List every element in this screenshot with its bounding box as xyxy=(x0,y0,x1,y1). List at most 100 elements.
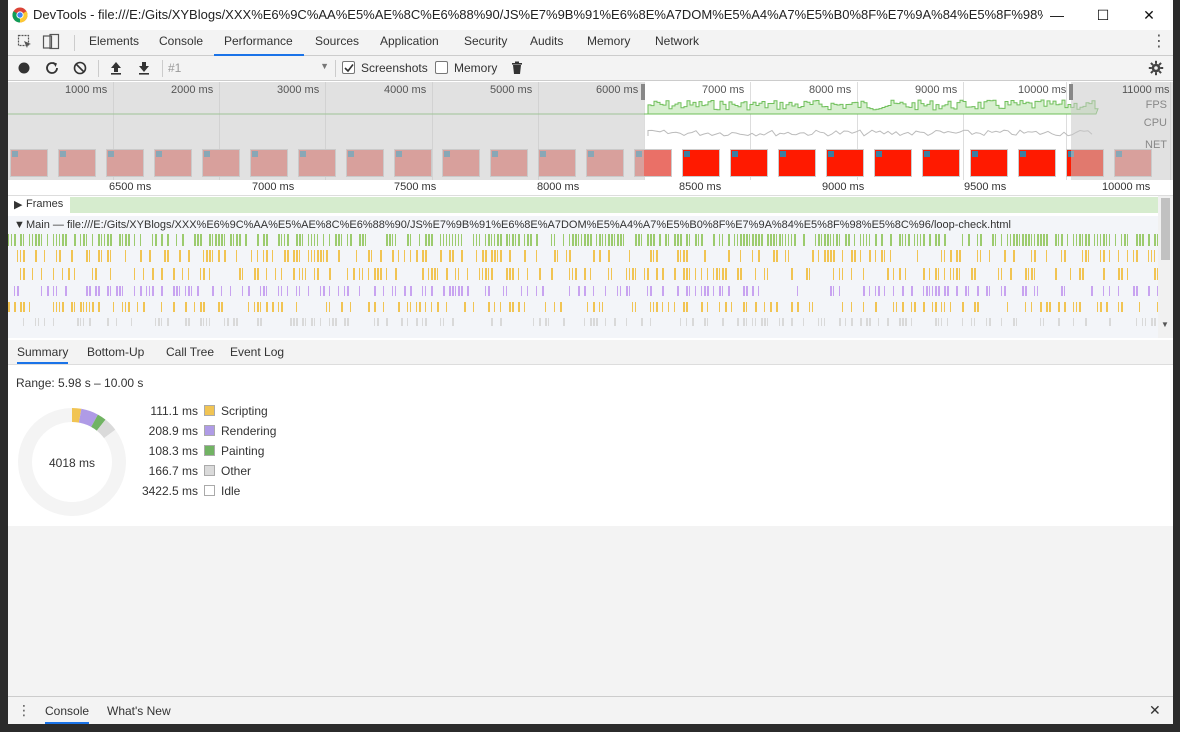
flame-event-slice[interactable] xyxy=(431,286,433,296)
flame-event-slice[interactable] xyxy=(446,234,447,246)
flame-event-slice[interactable] xyxy=(323,286,325,296)
flame-event-slice[interactable] xyxy=(161,234,163,246)
flame-event-slice[interactable] xyxy=(689,234,690,246)
flame-event-slice[interactable] xyxy=(395,268,397,280)
flame-event-slice[interactable] xyxy=(1118,250,1119,262)
tab-sources[interactable]: Sources xyxy=(313,34,361,56)
flame-event-slice[interactable] xyxy=(311,234,312,246)
flame-event-slice[interactable] xyxy=(947,318,948,326)
record-icon[interactable] xyxy=(16,60,32,76)
flame-event-slice[interactable] xyxy=(593,286,594,296)
flame-event-slice[interactable] xyxy=(89,302,90,312)
flame-event-slice[interactable] xyxy=(650,318,651,326)
flame-event-slice[interactable] xyxy=(911,286,913,296)
flame-event-slice[interactable] xyxy=(704,318,706,326)
flame-event-slice[interactable] xyxy=(146,286,147,296)
flame-event-slice[interactable] xyxy=(59,250,61,262)
flame-event-slice[interactable] xyxy=(287,234,289,246)
flame-event-slice[interactable] xyxy=(581,234,582,246)
flame-event-slice[interactable] xyxy=(893,302,894,312)
flame-event-slice[interactable] xyxy=(1079,234,1081,246)
flame-event-slice[interactable] xyxy=(686,302,688,312)
flame-event-slice[interactable] xyxy=(110,268,111,280)
flame-event-slice[interactable] xyxy=(977,250,978,262)
flame-event-slice[interactable] xyxy=(260,286,261,296)
screenshot-thumbnail[interactable] xyxy=(826,149,864,177)
flame-event-slice[interactable] xyxy=(971,268,973,280)
flame-event-slice[interactable] xyxy=(221,286,222,296)
flame-event-slice[interactable] xyxy=(1136,286,1138,296)
flame-event-slice[interactable] xyxy=(1028,234,1030,246)
flame-event-slice[interactable] xyxy=(650,250,652,262)
flame-event-slice[interactable] xyxy=(584,286,586,296)
flame-event-slice[interactable] xyxy=(131,318,132,326)
flame-event-slice[interactable] xyxy=(761,234,763,246)
flame-event-slice[interactable] xyxy=(650,286,652,296)
flame-event-slice[interactable] xyxy=(752,250,753,262)
flame-event-slice[interactable] xyxy=(566,250,567,262)
flame-event-slice[interactable] xyxy=(821,234,822,246)
flame-event-slice[interactable] xyxy=(809,268,810,280)
flame-event-slice[interactable] xyxy=(29,302,30,312)
flame-event-slice[interactable] xyxy=(485,268,487,280)
flame-event-slice[interactable] xyxy=(128,302,130,312)
flame-event-slice[interactable] xyxy=(773,250,775,262)
flame-event-slice[interactable] xyxy=(593,318,595,326)
flame-event-slice[interactable] xyxy=(782,234,783,246)
flame-event-slice[interactable] xyxy=(374,318,375,326)
flame-event-slice[interactable] xyxy=(563,318,565,326)
flame-event-slice[interactable] xyxy=(119,234,121,246)
drawer-close-icon[interactable]: ✕ xyxy=(1149,702,1161,719)
flame-event-slice[interactable] xyxy=(830,234,831,246)
flame-event-slice[interactable] xyxy=(494,302,495,312)
flame-event-slice[interactable] xyxy=(1019,234,1020,246)
flame-event-slice[interactable] xyxy=(923,234,925,246)
flame-event-slice[interactable] xyxy=(287,250,289,262)
flame-event-slice[interactable] xyxy=(494,234,495,246)
flame-event-slice[interactable] xyxy=(935,286,937,296)
flame-event-slice[interactable] xyxy=(668,302,669,312)
flame-event-slice[interactable] xyxy=(62,268,63,280)
flame-event-slice[interactable] xyxy=(323,234,324,246)
flame-event-slice[interactable] xyxy=(1118,286,1119,296)
flame-event-slice[interactable] xyxy=(500,250,502,262)
flame-event-slice[interactable] xyxy=(860,318,862,326)
flame-event-slice[interactable] xyxy=(386,234,388,246)
flame-event-slice[interactable] xyxy=(35,250,37,262)
flame-event-slice[interactable] xyxy=(899,234,901,246)
flame-event-slice[interactable] xyxy=(194,302,195,312)
flame-event-slice[interactable] xyxy=(713,234,715,246)
flame-event-slice[interactable] xyxy=(1022,234,1024,246)
flame-event-slice[interactable] xyxy=(86,250,88,262)
flame-event-slice[interactable] xyxy=(47,286,49,296)
flame-event-slice[interactable] xyxy=(62,234,64,246)
flame-event-slice[interactable] xyxy=(746,302,747,312)
flame-event-slice[interactable] xyxy=(656,250,658,262)
flame-event-slice[interactable] xyxy=(1001,234,1002,246)
flame-event-slice[interactable] xyxy=(878,286,880,296)
flame-event-slice[interactable] xyxy=(731,302,732,312)
flame-event-slice[interactable] xyxy=(488,268,489,280)
flame-event-slice[interactable] xyxy=(1031,302,1032,312)
flame-event-slice[interactable] xyxy=(845,234,847,246)
flame-event-slice[interactable] xyxy=(686,286,688,296)
flame-event-slice[interactable] xyxy=(1031,268,1033,280)
flame-event-slice[interactable] xyxy=(200,302,202,312)
flame-event-slice[interactable] xyxy=(425,302,426,312)
flame-event-slice[interactable] xyxy=(8,302,10,312)
flame-event-slice[interactable] xyxy=(695,286,696,296)
flame-event-slice[interactable] xyxy=(86,234,87,246)
flame-event-slice[interactable] xyxy=(1025,302,1026,312)
flame-event-slice[interactable] xyxy=(653,302,654,312)
flame-event-slice[interactable] xyxy=(1151,318,1153,326)
flame-event-slice[interactable] xyxy=(797,286,798,296)
flame-event-slice[interactable] xyxy=(53,268,54,280)
flame-event-slice[interactable] xyxy=(257,268,259,280)
flame-event-slice[interactable] xyxy=(218,234,220,246)
flame-event-slice[interactable] xyxy=(407,234,409,246)
flame-event-slice[interactable] xyxy=(518,302,520,312)
flame-event-slice[interactable] xyxy=(740,268,742,280)
timeline-overview[interactable]: FPS CPU NET 1000 ms 2000 ms 3000 ms 4000 ms… xyxy=(8,82,1173,180)
flame-event-slice[interactable] xyxy=(686,318,687,326)
flame-event-slice[interactable] xyxy=(701,302,703,312)
